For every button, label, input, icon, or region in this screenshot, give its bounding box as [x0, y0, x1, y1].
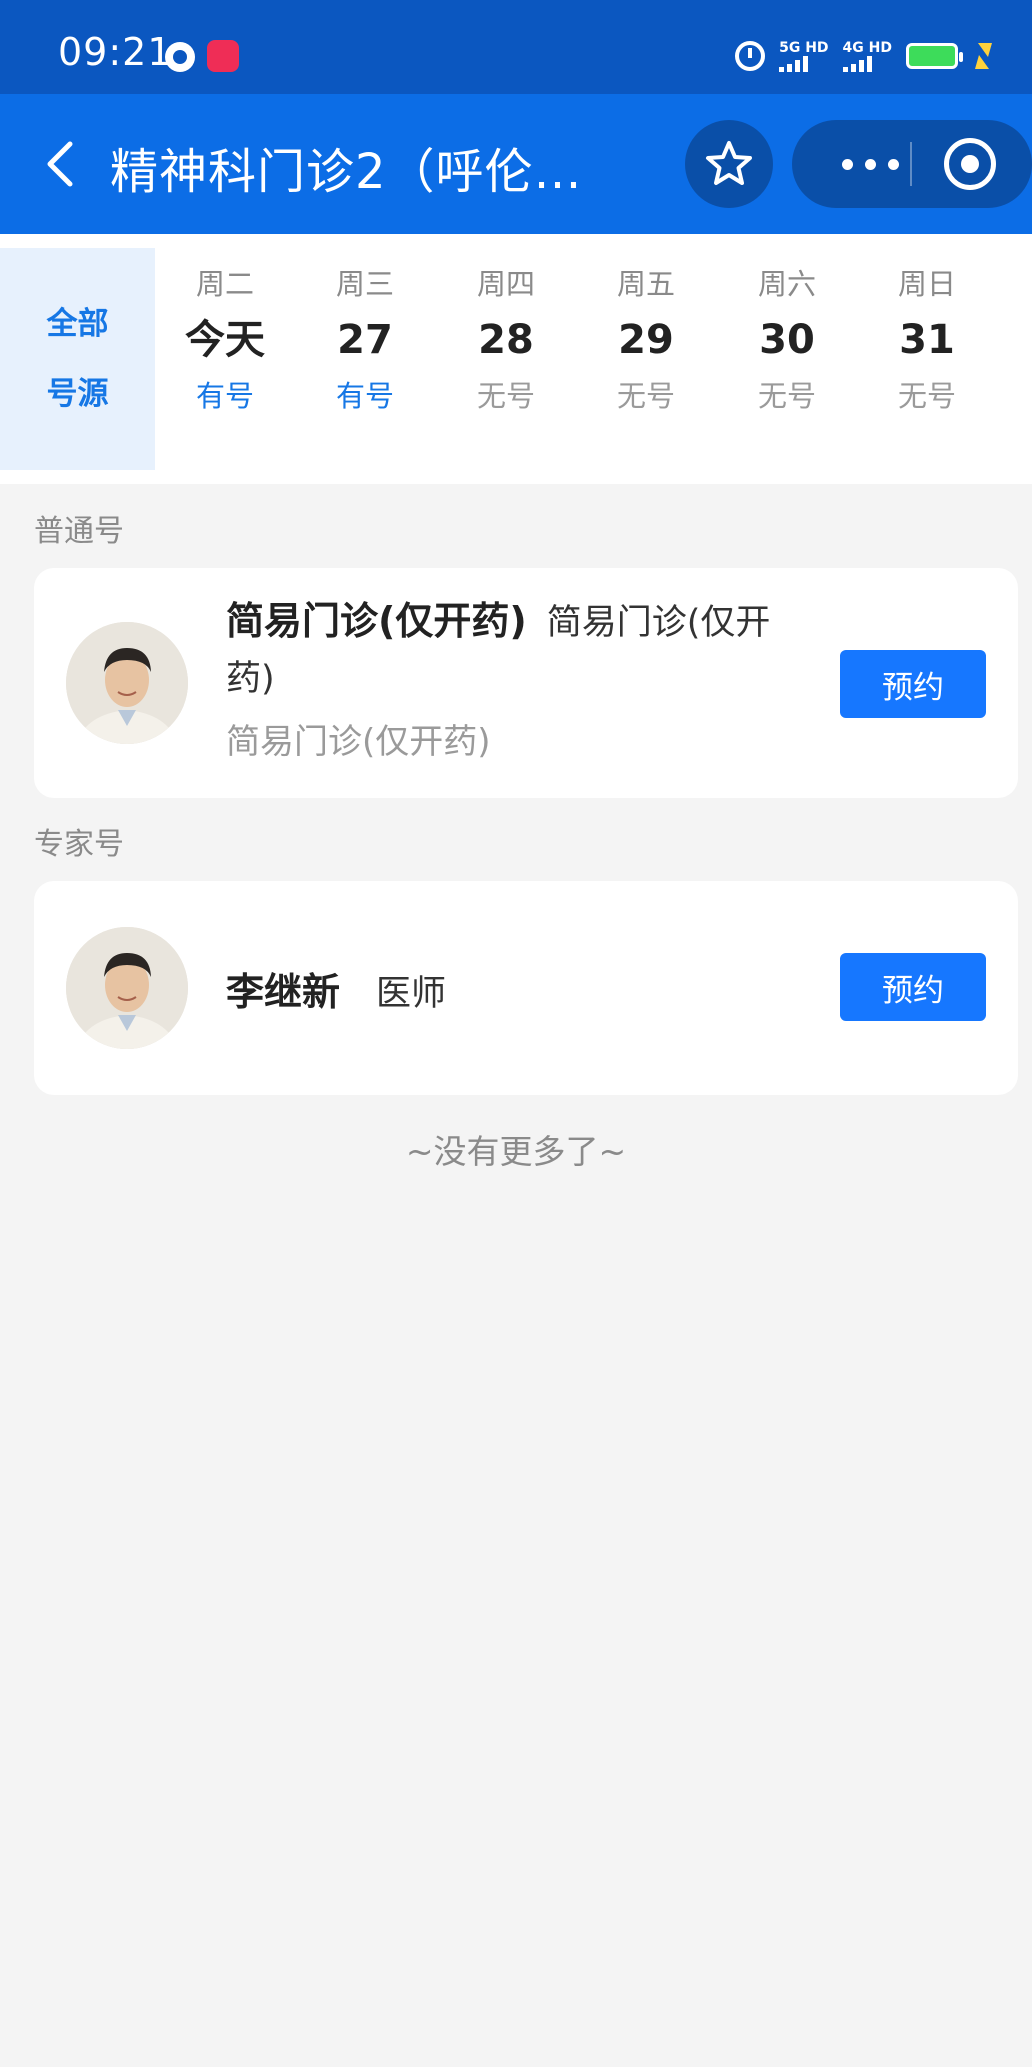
book-button[interactable]: 预约 — [840, 650, 986, 718]
doctor-card[interactable]: 李继新 医师 预约 — [34, 881, 1018, 1095]
network-4g: 4G HD — [842, 40, 892, 72]
day-date: 30 — [759, 317, 815, 363]
doctor-specialty: 简易门诊(仅开药) — [226, 722, 491, 762]
day-weekday: 周四 — [476, 267, 535, 301]
network-5g: 5G HD — [779, 40, 829, 72]
charging-icon — [972, 43, 994, 69]
status-time: 09:21 — [58, 30, 173, 74]
day-weekday: 周二 — [195, 267, 254, 301]
doctor-name: 简易门诊(仅开药) — [226, 599, 527, 643]
all-sources-label: 号源 — [46, 376, 109, 412]
alarm-icon — [735, 41, 766, 71]
section-label-expert: 专家号 — [34, 827, 124, 862]
day-status: 无号 — [616, 379, 675, 413]
day-tab[interactable]: 周五 29 无号 — [586, 264, 706, 416]
date-selector: 全部 号源 周二 今天 有号 周三 27 有号 周四 28 无号 周五 29 无… — [0, 234, 1032, 484]
day-status: 无号 — [476, 379, 535, 413]
network-5g-label: 5G HD — [779, 40, 829, 56]
day-date: 31 — [899, 317, 955, 363]
close-miniapp-icon[interactable] — [944, 138, 996, 190]
day-tab[interactable]: 周二 今天 有号 — [165, 264, 285, 416]
signal-icon — [842, 56, 872, 72]
day-tab[interactable]: 周四 28 无号 — [446, 264, 566, 416]
day-date: 28 — [478, 317, 534, 363]
day-tab[interactable]: 周三 27 有号 — [305, 264, 425, 416]
day-weekday: 周五 — [616, 267, 675, 301]
day-tab[interactable]: 周六 30 无号 — [727, 264, 847, 416]
status-indicators: 5G HD 4G HD — [735, 36, 994, 76]
miniapp-capsule — [792, 120, 1032, 208]
doctor-name: 李继新 — [226, 970, 341, 1014]
no-more-text: ~没有更多了~ — [405, 1132, 627, 1171]
day-weekday: 周六 — [757, 267, 816, 301]
doctor-photo — [66, 927, 188, 1049]
battery-icon — [906, 43, 963, 69]
signal-icon — [779, 56, 809, 72]
day-status: 无号 — [757, 379, 816, 413]
navbar: 精神科门诊2（呼伦… — [0, 94, 1032, 234]
back-icon[interactable] — [36, 138, 88, 190]
day-date: 27 — [337, 317, 393, 363]
doctor-name-block: 简易门诊(仅开药) 简易门诊(仅开药) — [226, 596, 786, 710]
app-red-icon — [207, 40, 239, 72]
star-icon — [706, 141, 752, 185]
avatar — [66, 927, 188, 1049]
capsule-divider — [910, 142, 912, 186]
doctor-title: 医师 — [376, 974, 447, 1014]
more-dots-icon[interactable] — [820, 120, 920, 208]
all-sources-label: 全部 — [46, 306, 109, 342]
avatar — [66, 622, 188, 744]
status-bar: 09:21 5G HD 4G HD — [0, 0, 1032, 94]
day-date: 29 — [618, 317, 674, 363]
favorite-button[interactable] — [685, 120, 773, 208]
book-button[interactable]: 预约 — [840, 953, 986, 1021]
all-sources-tab[interactable]: 全部 号源 — [0, 248, 155, 470]
page-title: 精神科门诊2（呼伦… — [110, 144, 583, 200]
day-weekday: 周三 — [335, 267, 394, 301]
day-status: 有号 — [195, 379, 254, 413]
doctor-card[interactable]: 简易门诊(仅开药) 简易门诊(仅开药) 简易门诊(仅开药) 预约 — [34, 568, 1018, 798]
day-status: 无号 — [897, 379, 956, 413]
section-label-regular: 普通号 — [34, 514, 124, 549]
day-date: 今天 — [185, 317, 265, 363]
day-weekday: 周日 — [897, 267, 956, 301]
network-4g-label: 4G HD — [842, 40, 892, 56]
doctor-photo — [66, 622, 188, 744]
app-q-icon — [165, 42, 195, 72]
day-status: 有号 — [335, 379, 394, 413]
day-tab[interactable]: 周日 31 无号 — [867, 264, 987, 416]
